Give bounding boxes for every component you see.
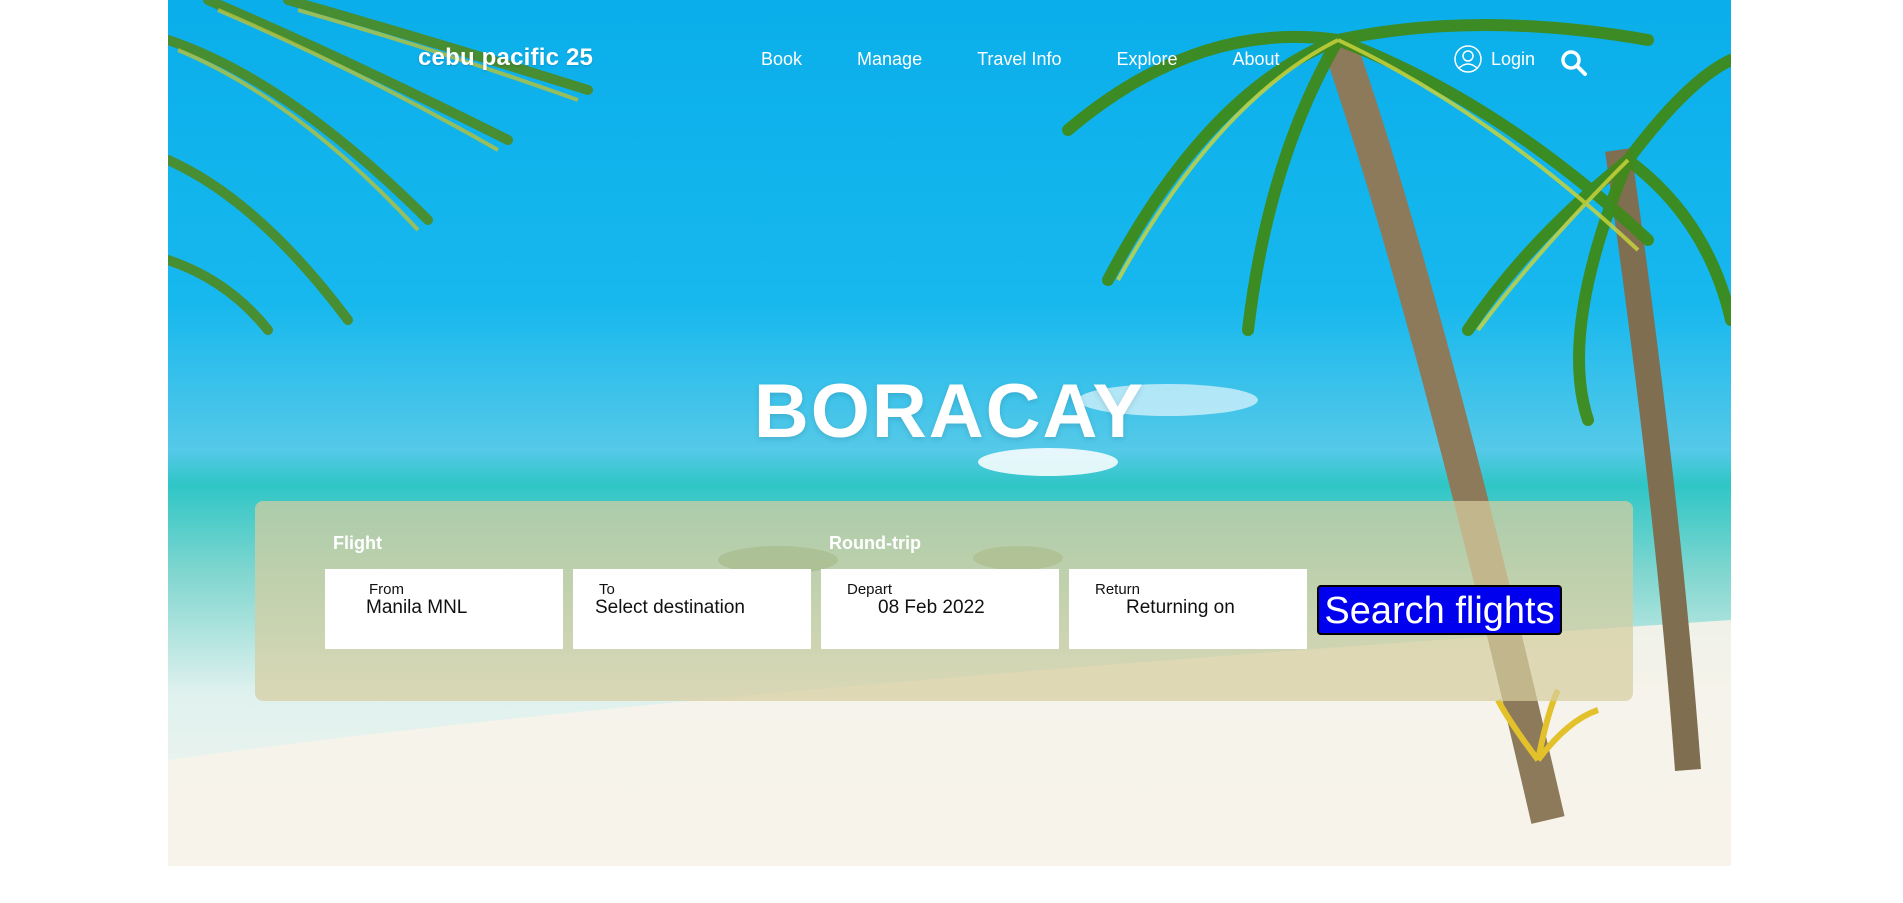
flight-label[interactable]: Flight	[333, 533, 382, 554]
hero-banner: cebu pacific 25 Book Manage Travel Info …	[168, 0, 1731, 866]
user-circle-icon	[1454, 45, 1482, 73]
to-field[interactable]: To Select destination	[573, 569, 811, 649]
return-label: Return	[1095, 581, 1141, 598]
from-value: Manila MNL	[366, 597, 468, 618]
return-value: Returning on	[1126, 597, 1235, 618]
search-icon[interactable]	[1559, 48, 1589, 78]
search-flights-button[interactable]: Search flights	[1317, 585, 1562, 635]
to-label: To	[599, 581, 615, 598]
nav-manage[interactable]: Manage	[857, 49, 922, 70]
brand-logo[interactable]: cebu pacific 25	[418, 44, 593, 72]
from-label: From	[369, 581, 404, 598]
to-value: Select destination	[595, 597, 745, 618]
main-nav: Book Manage Travel Info Explore About	[761, 49, 1335, 70]
trip-type-label[interactable]: Round-trip	[829, 533, 921, 554]
depart-label: Depart	[847, 581, 893, 598]
depart-field[interactable]: Depart 08 Feb 2022	[821, 569, 1059, 649]
destination-title: BORACAY	[753, 369, 1146, 454]
from-field[interactable]: From Manila MNL	[325, 569, 563, 649]
login-button[interactable]: Login	[1453, 44, 1535, 74]
nav-about[interactable]: About	[1233, 49, 1280, 70]
nav-travel-info[interactable]: Travel Info	[977, 49, 1061, 70]
nav-book[interactable]: Book	[761, 49, 802, 70]
return-field[interactable]: Return Returning on	[1069, 569, 1307, 649]
depart-value: 08 Feb 2022	[878, 597, 985, 618]
booking-panel: Flight Round-trip From Manila MNL To Sel…	[255, 501, 1633, 701]
nav-explore[interactable]: Explore	[1116, 49, 1177, 70]
login-label: Login	[1491, 48, 1536, 69]
